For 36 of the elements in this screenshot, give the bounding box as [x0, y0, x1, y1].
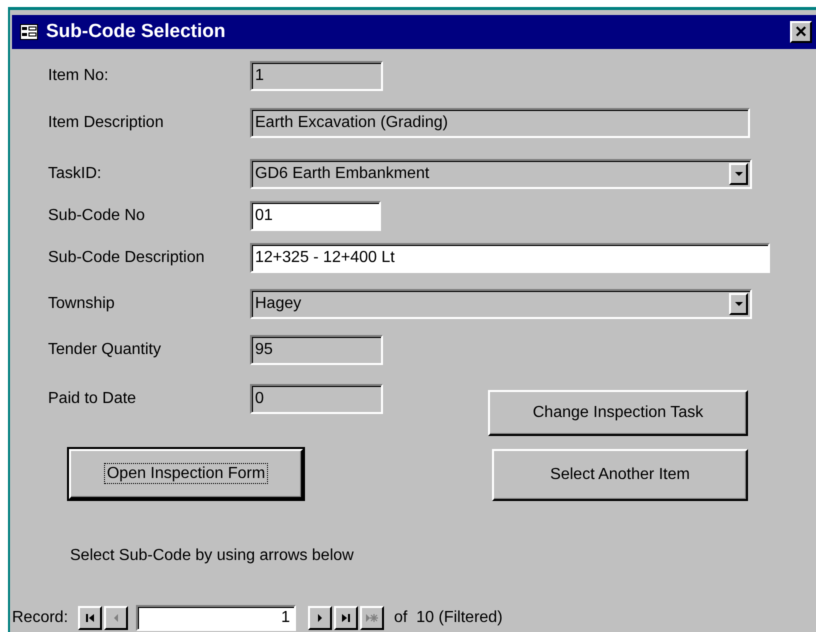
- dropdown-field[interactable]: Hagey: [250, 289, 752, 319]
- field-label: Sub-Code Description: [48, 249, 206, 267]
- field-label: Tender Quantity: [48, 341, 162, 359]
- open-form-button[interactable]: Open Inspection Form: [69, 449, 303, 499]
- first-record-button[interactable]: [78, 606, 102, 630]
- record-label: Record:: [12, 609, 68, 627]
- input-field[interactable]: 12+325 - 12+400 Lt: [250, 243, 770, 273]
- arrow-icon: [340, 612, 352, 624]
- record-number-field[interactable]: 1: [136, 605, 296, 631]
- window-title: Sub-Code Selection: [46, 21, 226, 43]
- record-count: of 10 (Filtered): [394, 609, 503, 627]
- input-field[interactable]: 01: [250, 201, 381, 231]
- input-field[interactable]: 0: [250, 384, 383, 414]
- field-label: Item No:: [48, 67, 110, 85]
- field-label: Paid to Date: [48, 390, 138, 408]
- input-field[interactable]: 1: [250, 61, 383, 91]
- dropdown-button[interactable]: [729, 163, 748, 185]
- close-button[interactable]: ×: [790, 21, 812, 43]
- input-field[interactable]: 95: [250, 335, 383, 365]
- field-label: Sub-Code No: [48, 207, 146, 225]
- next-record-button[interactable]: [308, 606, 332, 630]
- field-label: Township: [48, 295, 116, 313]
- field-label: Item Description: [48, 114, 165, 132]
- change-task-button[interactable]: Change Inspection Task: [488, 390, 748, 436]
- last-record-button[interactable]: [334, 606, 358, 630]
- caret-icon: [734, 302, 742, 306]
- form-icon: [20, 24, 38, 40]
- arrow-icon: [84, 612, 96, 624]
- caret-icon: [734, 172, 742, 176]
- select-item-button[interactable]: Select Another Item: [492, 449, 748, 501]
- input-field[interactable]: Earth Excavation (Grading): [250, 108, 750, 138]
- dropdown-field[interactable]: GD6 Earth Embankment: [250, 159, 752, 189]
- dropdown-button[interactable]: [729, 293, 748, 315]
- instruction-text: Select Sub-Code by using arrows below: [70, 547, 355, 565]
- field-label: TaskID:: [48, 165, 102, 183]
- arrow-star-icon: [365, 612, 380, 624]
